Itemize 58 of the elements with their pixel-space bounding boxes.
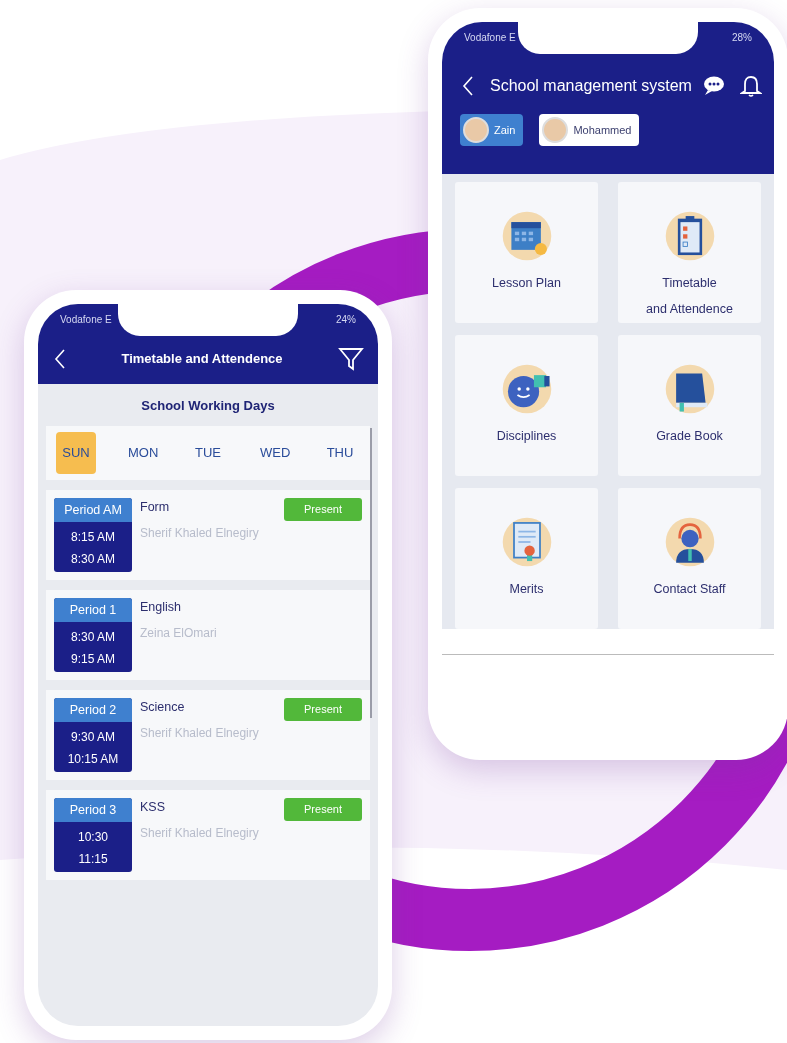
- attendance-status: Present: [284, 697, 362, 721]
- avatar-icon: [463, 117, 489, 143]
- back-icon: [460, 75, 474, 97]
- day-tab[interactable]: MON: [122, 431, 162, 474]
- student-chip[interactable]: Zain: [460, 114, 524, 146]
- end-time: 9:15 AM: [70, 650, 116, 668]
- back-icon: [52, 348, 66, 370]
- period-label: Period AM: [54, 497, 132, 522]
- menu-tile[interactable]: Disciplines: [455, 335, 598, 476]
- menu-tile[interactable]: Timetable and Attendence: [618, 182, 761, 323]
- tile-label: Merits: [509, 581, 544, 598]
- end-time: 8:30 AM: [70, 550, 116, 568]
- attendance-status: Present: [284, 797, 362, 821]
- start-time: 8:15 AM: [70, 528, 116, 546]
- attendance-status: Present: [284, 497, 362, 521]
- start-time: 8:30 AM: [70, 628, 116, 646]
- start-time: 10:30: [77, 828, 109, 846]
- battery-text: 24%: [336, 313, 356, 327]
- day-tab[interactable]: WED: [254, 431, 294, 474]
- subject-name: English: [140, 598, 182, 616]
- filter-icon: [338, 346, 364, 372]
- back-button[interactable]: [460, 75, 474, 97]
- teacher-name: Sherif Khaled Elnegiry: [140, 525, 260, 543]
- menu-tile[interactable]: Merits: [455, 488, 598, 629]
- teacher-name: Sherif Khaled Elnegiry: [140, 825, 260, 843]
- battery-text: 28%: [732, 31, 752, 45]
- menu-tile[interactable]: Lesson Plan: [455, 182, 598, 323]
- subject-name: Science: [140, 698, 186, 716]
- bell-icon: [740, 74, 762, 98]
- start-time: 9:30 AM: [70, 728, 116, 746]
- menu-tile[interactable]: Contact Staff: [618, 488, 761, 629]
- day-tab[interactable]: SUN: [56, 431, 96, 474]
- tile-label: Lesson Plan: [492, 275, 561, 292]
- end-time: 11:15: [77, 850, 109, 868]
- subject-name: Form: [140, 498, 171, 516]
- day-tab[interactable]: TUE: [188, 431, 228, 474]
- carrier-text: Vodafone E: [464, 31, 516, 45]
- teacher-name: Sherif Khaled Elnegiry: [140, 725, 260, 743]
- section-title: School Working Days: [140, 397, 276, 415]
- avatar-icon: [542, 117, 569, 143]
- student-chip[interactable]: Mohammed: [539, 114, 640, 146]
- tile-label: Timetable and Attendence: [646, 275, 733, 318]
- back-button[interactable]: [52, 348, 66, 370]
- tile-label: Contact Staff: [653, 581, 726, 598]
- teacher-name: Zeina ElOmari: [140, 625, 218, 643]
- tile-label: Grade Book: [656, 428, 723, 445]
- carrier-text: Vodafone E: [60, 313, 112, 327]
- screen-title: Timetable and Attendence: [120, 350, 284, 369]
- end-time: 10:15 AM: [66, 750, 120, 768]
- subject-name: KSS: [140, 798, 166, 816]
- filter-button[interactable]: [338, 346, 364, 372]
- period-label: Period 3: [54, 797, 132, 822]
- screen-title: School management system: [490, 76, 693, 96]
- day-tab[interactable]: THU: [320, 431, 360, 474]
- menu-tile[interactable]: Grade Book: [618, 335, 761, 476]
- period-label: Period 2: [54, 697, 132, 722]
- period-label: Period 1: [54, 597, 132, 622]
- tile-label: Disciplines: [496, 428, 557, 445]
